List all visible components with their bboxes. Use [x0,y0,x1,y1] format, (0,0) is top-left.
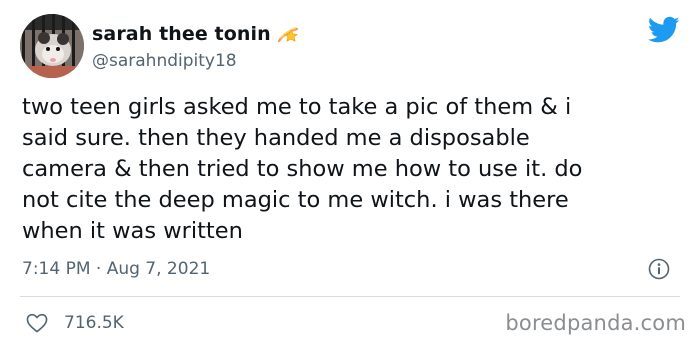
shooting-star-emoji-icon [277,23,301,45]
heart-icon[interactable] [26,313,48,333]
opossum-avatar [20,14,84,78]
divider [20,296,680,297]
display-name[interactable]: sarah thee tonin [92,23,271,45]
like-count: 716.5K [64,313,124,333]
info-icon[interactable] [648,258,670,280]
watermark: boredpanda.com [505,311,686,335]
like-button[interactable]: 716.5K [26,313,124,333]
tweet-text: two teen girls asked me to take a pic of… [22,94,583,244]
twitter-bird-icon[interactable] [648,16,680,44]
avatar[interactable] [20,14,84,78]
user-handle[interactable]: @sarahndipity18 [92,51,237,71]
author-name-row[interactable]: sarah thee tonin [92,23,301,45]
tweet-timestamp[interactable]: 7:14 PM · Aug 7, 2021 [22,259,210,279]
